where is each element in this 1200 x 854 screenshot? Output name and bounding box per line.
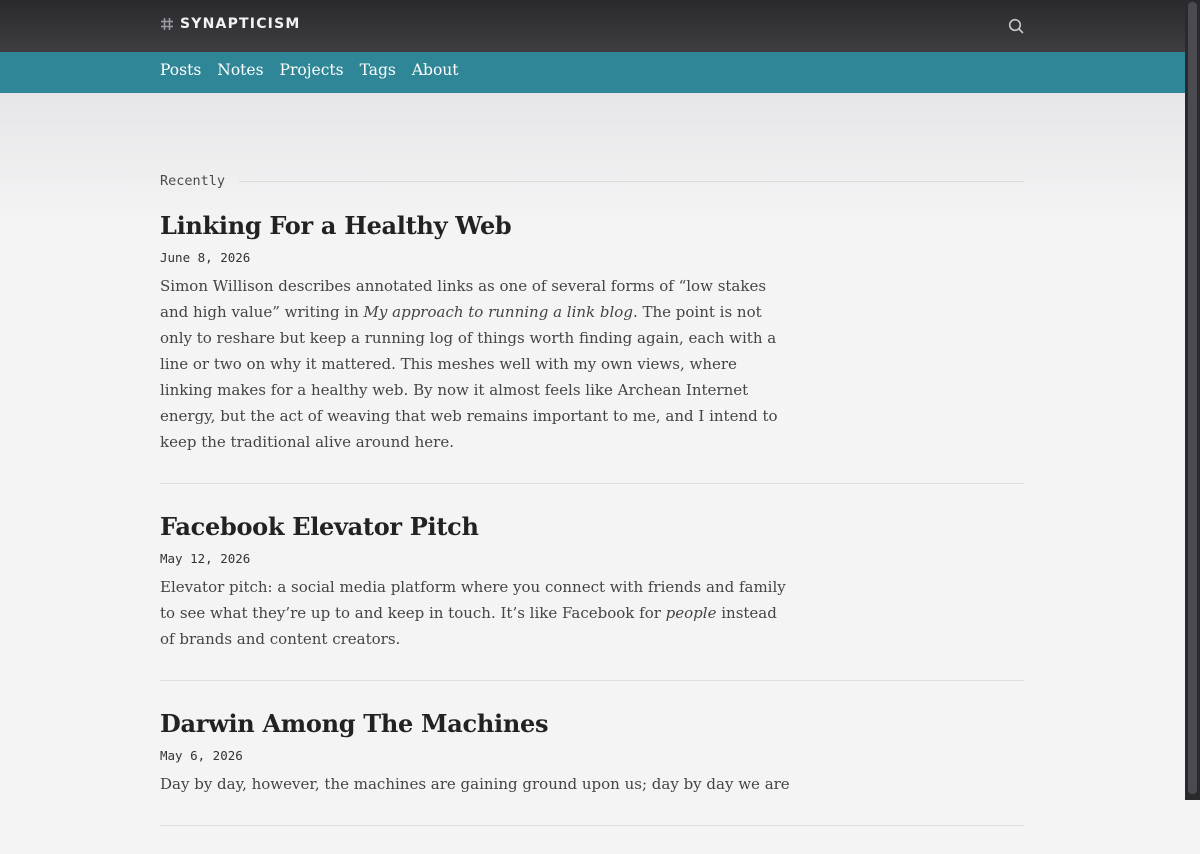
post-item: Linking For a Healthy Web June 8, 2026 S… (160, 211, 1024, 484)
recent-posts: Recently Linking For a Healthy Web June … (160, 173, 1024, 854)
post-item: Facebook Elevator Pitch May 12, 2026 Ele… (160, 512, 1024, 681)
site-title[interactable]: SYNAPTICISM (180, 16, 301, 32)
nav-tags[interactable]: Tags (360, 61, 396, 79)
section-header: Recently (160, 173, 1024, 189)
post-excerpt: Elevator pitch: a social media platform … (160, 574, 790, 652)
excerpt-text: Day by day, however, the machines are ga… (160, 775, 790, 793)
post-title[interactable]: Facebook Elevator Pitch (160, 512, 1024, 541)
search-icon[interactable] (1007, 17, 1025, 35)
top-bar: SYNAPTICISM (0, 0, 1185, 52)
nav-about[interactable]: About (412, 61, 459, 79)
post-date: June 8, 2026 (160, 250, 251, 265)
site-brand[interactable]: SYNAPTICISM (160, 16, 301, 32)
post-title[interactable]: Linking For a Healthy Web (160, 211, 1024, 240)
excerpt-link-title[interactable]: My approach to running a link blog (364, 303, 633, 321)
excerpt-emphasis: people (665, 604, 717, 622)
hash-icon (161, 18, 173, 30)
post-date: May 6, 2026 (160, 748, 243, 763)
main-nav: Posts Notes Projects Tags About (0, 52, 1185, 93)
section-divider (239, 180, 1024, 182)
nav-notes[interactable]: Notes (217, 61, 263, 79)
nav-posts[interactable]: Posts (160, 61, 201, 79)
post-date: May 12, 2026 (160, 551, 251, 566)
section-label: Recently (160, 173, 226, 189)
scrollbar-thumb[interactable] (1188, 2, 1197, 794)
excerpt-text: . The point is not only to reshare but k… (160, 303, 778, 451)
post-excerpt: Simon Willison describes annotated links… (160, 273, 790, 455)
post-title[interactable]: Darwin Among The Machines (160, 709, 1024, 738)
nav-projects[interactable]: Projects (280, 61, 344, 79)
post-excerpt: Day by day, however, the machines are ga… (160, 771, 790, 797)
post-item: Darwin Among The Machines May 6, 2026 Da… (160, 709, 1024, 826)
